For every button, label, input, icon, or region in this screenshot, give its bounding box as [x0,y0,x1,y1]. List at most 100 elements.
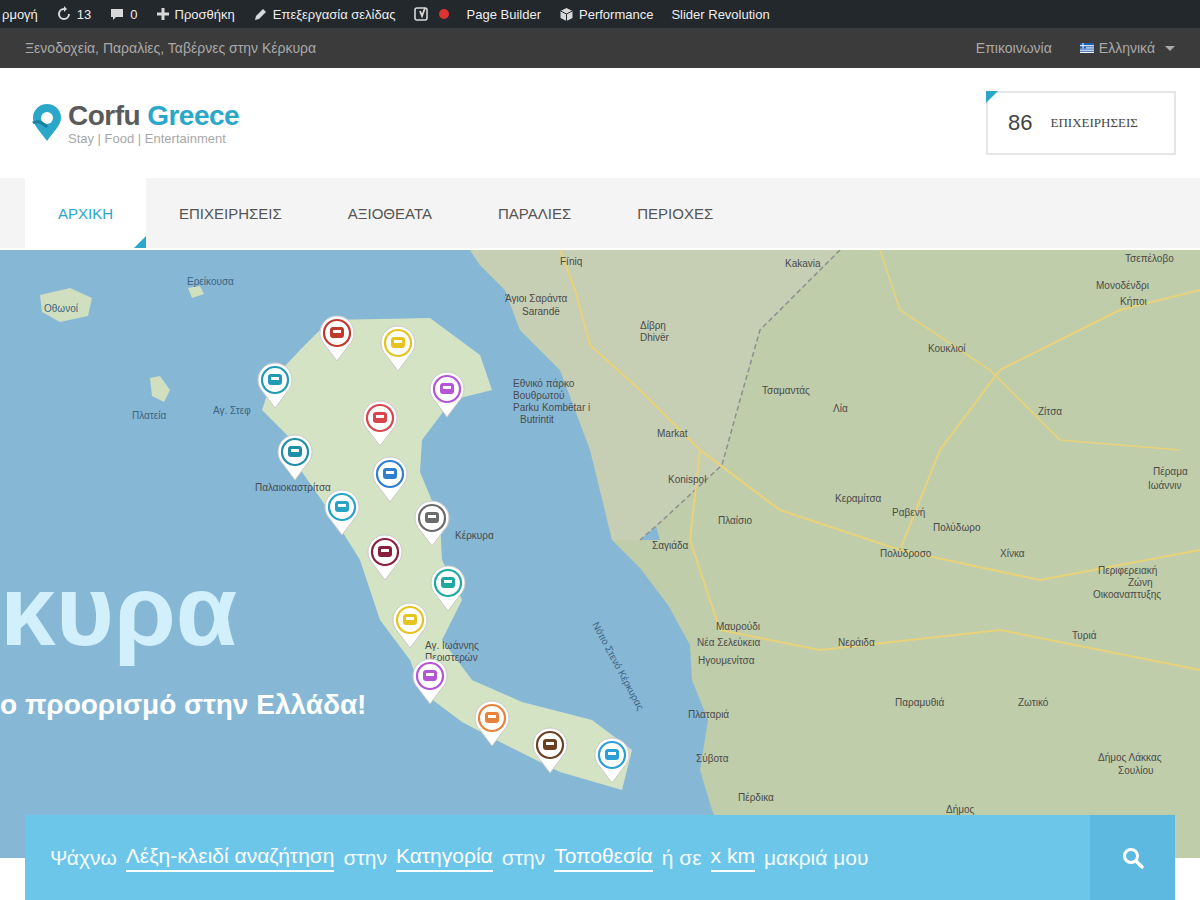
search-text: Ψάχνω [50,846,117,870]
map-pin[interactable] [472,698,512,748]
nav-tab[interactable]: ΠΕΡΙΟΧΕΣ [604,178,746,248]
map-label: Σύβοτα [696,753,728,765]
admin-bar-label[interactable]: Slider Revolution [671,7,769,22]
map-pin[interactable] [428,563,468,613]
admin-bar-label[interactable]: Επεξεργασία σελίδας [273,7,396,22]
nav-tab-label[interactable]: ΑΞΙΟΘΕΑΤΑ [348,205,432,222]
map-label: Kakavia [785,258,821,270]
map-label: Οθωνοί [44,303,78,315]
map-pin[interactable] [370,454,410,504]
admin-bar-item[interactable] [414,6,449,22]
caret-icon[interactable] [1165,46,1175,51]
map-label: Πολύδωρο [933,522,980,534]
logo-tagline: Stay | Food | Entertainment [68,132,239,145]
admin-bar-item[interactable]: 13 [56,6,91,22]
search-field[interactable]: x km [711,844,755,872]
map-pin[interactable] [530,725,570,775]
map-label: Ερείκουσα [187,276,234,288]
nav-tab-corner [134,236,146,248]
nav-tab[interactable]: ΑΡΧΙΚΗ [25,178,146,248]
seo-status-dot [439,9,449,19]
map-pin[interactable] [317,313,357,363]
map-label: Κεραμίτσα [835,493,881,505]
map-label: Πλαταριά [688,709,729,721]
map-label: Παραμυθιά [895,697,944,709]
map-label: Πέρδικα [738,792,774,804]
map-label: Ραβενή [892,507,925,519]
map-pin[interactable] [412,498,452,548]
map-pin-logo-icon [30,103,64,143]
map-pin[interactable] [275,432,315,482]
nav-tab-label[interactable]: ΕΠΙΧΕΙΡΗΣΕΙΣ [179,205,282,222]
search-text: στην [343,846,386,870]
site-logo[interactable]: CorfuGreeceStay | Food | Entertainment [30,102,239,145]
admin-bar-item[interactable]: Performance [559,7,653,22]
admin-bar-item[interactable]: Επεξεργασία σελίδας [253,7,396,22]
map-pin[interactable] [360,398,400,448]
map-pin[interactable] [410,656,450,706]
language-label[interactable]: Ελληνικά [1099,40,1155,56]
map-label: Βουθρωτού [513,390,564,402]
nav-tab-label[interactable]: ΠΑΡΑΛΙΕΣ [498,205,571,222]
business-counter[interactable]: 86ΕΠΙΧΕΙΡΗΣΕΙΣ [986,91,1176,155]
admin-bar-item[interactable]: 0 [109,6,137,22]
map-label: Περιφερειακή [1098,565,1157,577]
admin-bar-item[interactable]: Slider Revolution [671,7,769,22]
admin-bar-label[interactable]: Προσθήκη [175,7,235,22]
map-pin[interactable] [592,735,632,785]
map-label: Σαγιάδα [652,540,688,552]
counter-label: ΕΠΙΧΕΙΡΗΣΕΙΣ [1050,115,1137,131]
map-label: Κήποι [1120,296,1147,308]
map-pin[interactable] [322,487,362,537]
search-field[interactable]: Τοποθεσία [554,844,653,872]
map-pin[interactable] [378,323,418,373]
nav-tab-label[interactable]: ΑΡΧΙΚΗ [58,205,113,222]
admin-bar-label[interactable]: Performance [579,7,653,22]
map-label: Λία [833,403,848,415]
admin-bar-item[interactable]: ρμογή [2,7,38,22]
map-label: Μονοδένδρι [1096,280,1149,292]
map-label: Νεράιδα [838,637,875,649]
admin-bar-item[interactable]: Προσθήκη [156,7,235,22]
nav-tab-label[interactable]: ΠΕΡΙΟΧΕΣ [637,205,713,222]
header: CorfuGreeceStay | Food | Entertainment 86… [0,68,1200,178]
language-switcher[interactable]: Ελληνικά [1080,40,1175,56]
map-label: Νέα Σελεύκεια [697,637,760,649]
map-pin[interactable] [255,360,295,410]
map-label: Τσαμαντάς [762,385,810,397]
contact-link[interactable]: Επικοινωνία [976,40,1052,56]
map-label: Σουλίου [1118,765,1153,777]
map-label: Αγ. Ιωάννης [425,640,479,652]
map-label: Πλαίσιο [718,515,752,527]
plus-icon [156,7,170,21]
map-label: Ζωτικό [1018,697,1048,709]
admin-bar-label[interactable]: ρμογή [2,7,38,22]
map-pin[interactable] [427,369,467,419]
map-pin[interactable] [390,600,430,650]
hero-title: κυρα [0,550,237,670]
magnifier-icon[interactable] [1121,846,1145,870]
map-label: Dhivër [640,332,669,344]
admin-bar-label[interactable]: Page Builder [467,7,541,22]
hero-map[interactable]: ΕρείκουσαΟθωνοίΠλατείαΑγ. ΣτεφΠαλαιοκαστ… [0,250,1200,858]
search-text: μακριά μου [764,846,869,870]
yoast-icon [414,6,430,22]
search-sentence: ΨάχνωΛέξη-κλειδί αναζήτησηστηνΚατηγορίασ… [25,815,1090,900]
map-label: Fíniq [560,256,582,268]
map-pin[interactable] [365,532,405,582]
search-button[interactable] [1090,815,1175,900]
nav-tab[interactable]: ΠΑΡΑΛΙΕΣ [465,178,604,248]
logo-first-word: Corfu [68,100,140,131]
admin-bar-label[interactable]: 13 [77,7,91,22]
admin-bar-item[interactable]: Page Builder [467,7,541,22]
admin-bar-label[interactable]: 0 [130,7,137,22]
map-label: Parku Kombëtar i [513,402,590,414]
nav-tab[interactable]: ΕΠΙΧΕΙΡΗΣΕΙΣ [146,178,315,248]
comment-icon [109,6,125,22]
nav-tab[interactable]: ΑΞΙΟΘΕΑΤΑ [315,178,465,248]
search-field[interactable]: Λέξη-κλειδί αναζήτηση [126,844,335,872]
map-label: Konispol [668,474,706,486]
search-field[interactable]: Κατηγορία [396,844,493,872]
admin-bar: ρμογή 13 0 Προσθήκη Επεξεργασία σελίδας Page … [0,0,1200,28]
map-label: Ηγουμενίτσα [698,655,754,667]
